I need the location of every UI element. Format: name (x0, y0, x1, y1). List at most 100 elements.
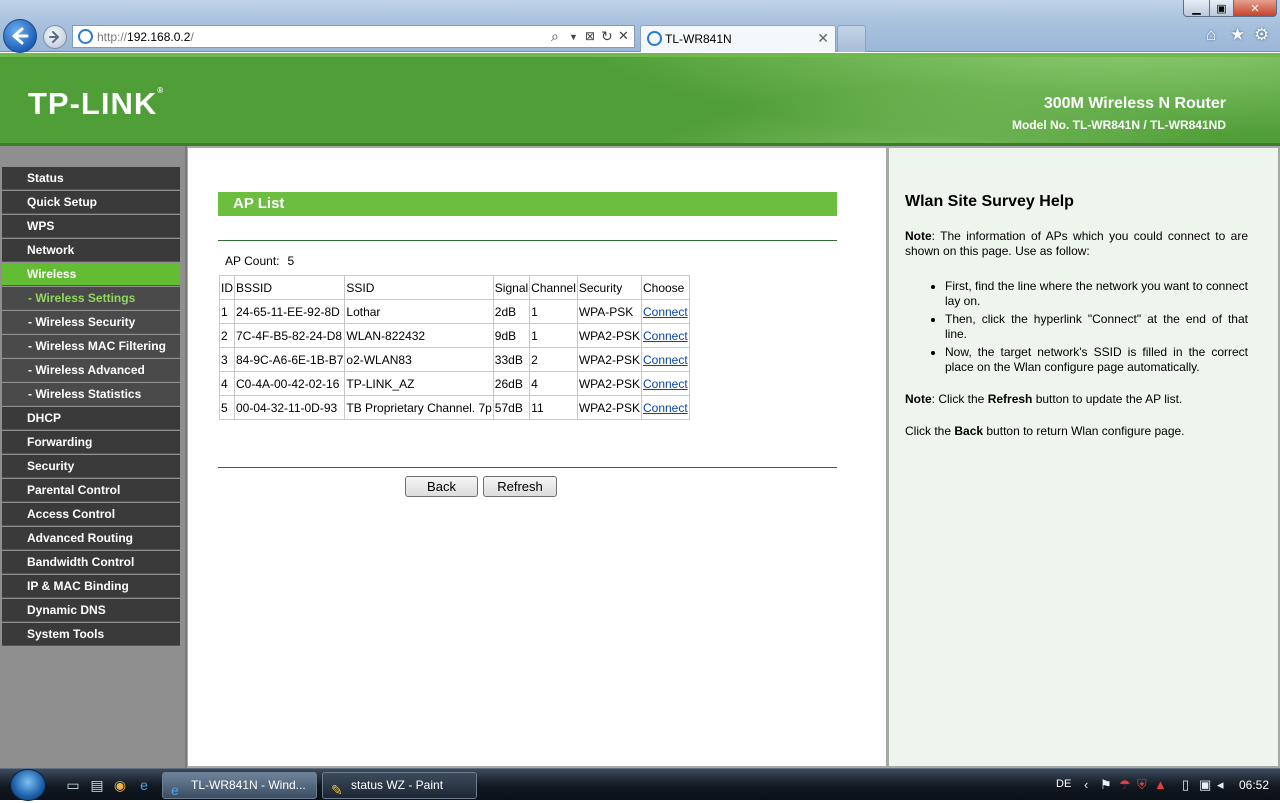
sidebar-item-wireless-mac-filtering[interactable]: - Wireless MAC Filtering (2, 335, 180, 358)
stop-icon[interactable]: ✕ (618, 28, 629, 44)
maximize-button[interactable]: ▣ (1209, 0, 1234, 17)
table-cell: WPA2-PSK (576, 371, 642, 396)
sidebar-item-quick-setup[interactable]: Quick Setup (2, 191, 180, 214)
table-cell: WPA2-PSK (576, 395, 642, 420)
show-desktop-icon[interactable]: ▭ (65, 777, 81, 793)
sidebar-item-access-control[interactable]: Access Control (2, 503, 180, 526)
ie-page-icon (78, 29, 93, 44)
connect-link[interactable]: Connect (643, 353, 688, 367)
compatibility-view-icon[interactable]: ⊠ (585, 29, 595, 43)
browser-toolbar: http://192.168.0.2/ ⌕ ▼ ⊠ ↻ ✕ TL-WR841N … (0, 0, 1280, 53)
browser-forward-button[interactable] (43, 25, 67, 49)
table-body: 1 24-65-11-EE-92-8D Lothar 2dB 1 WPA-PSK Conne… (219, 299, 690, 420)
table-cell: 11 (529, 395, 578, 420)
sidebar-item-status[interactable]: Status (2, 167, 180, 190)
sidebar-item-wps[interactable]: WPS (2, 215, 180, 238)
home-icon[interactable]: ⌂ (1206, 25, 1216, 45)
table-cell: 4 (219, 371, 235, 396)
shield-tray-icon[interactable]: ⛨ (1137, 777, 1147, 793)
minimize-button[interactable]: ▁ (1183, 0, 1210, 17)
table-cell: 9dB (492, 323, 531, 348)
gear-icon[interactable]: ⚙ (1254, 25, 1269, 45)
refresh-icon[interactable]: ↻ (601, 28, 613, 45)
table-cell: Connect (640, 395, 690, 420)
network-tray-icon[interactable]: ⚑ (1100, 777, 1112, 793)
connect-link[interactable]: Connect (643, 401, 688, 415)
sidebar-item-wireless-settings[interactable]: - Wireless Settings (2, 287, 180, 310)
address-url[interactable]: http://192.168.0.2/ (97, 30, 194, 44)
table-cell: 00-04-32-11-0D-93 (233, 395, 346, 420)
table-cell: 5 (219, 395, 235, 420)
table-cell: 33dB (492, 347, 531, 372)
address-bar[interactable]: http://192.168.0.2/ ⌕ ▼ ⊠ ↻ ✕ (72, 25, 635, 48)
table-cell: WPA2-PSK (576, 323, 642, 348)
sidebar-item-ip-mac-binding[interactable]: IP & MAC Binding (2, 575, 180, 598)
help-step: First, find the line where the network y… (945, 279, 1248, 309)
column-header: SSID (344, 275, 494, 300)
language-indicator[interactable]: DE (1056, 778, 1071, 790)
table-cell: 1 (529, 323, 578, 348)
taskbar-paint-window[interactable]: ✎ status WZ - Paint (322, 772, 477, 799)
back-button[interactable]: Back (405, 476, 478, 497)
table-cell: 1 (219, 299, 235, 324)
table-cell: WPA-PSK (576, 299, 642, 324)
refresh-button[interactable]: Refresh (483, 476, 557, 497)
sidebar-item-wireless-advanced[interactable]: - Wireless Advanced (2, 359, 180, 382)
taskbar: ▭ ▤ ◉ e e TL-WR841N - Wind... ✎ status WZ … (0, 768, 1280, 801)
sidebar-item-system-tools[interactable]: System Tools (2, 623, 180, 646)
table-row: 5 00-04-32-11-0D-93 TB Proprietary Channel… (219, 395, 690, 420)
favorites-star-icon[interactable]: ★ (1230, 25, 1245, 45)
sidebar-item-wireless[interactable]: Wireless (2, 263, 180, 286)
close-window-button[interactable]: ✕ (1233, 0, 1277, 17)
sidebar-item-parental-control[interactable]: Parental Control (2, 479, 180, 502)
table-row: 1 24-65-11-EE-92-8D Lothar 2dB 1 WPA-PSK Conne… (219, 299, 690, 324)
table-cell: C0-4A-00-42-02-16 (233, 371, 346, 396)
tab-label: TL-WR841N (665, 32, 732, 46)
sidebar-item-bandwidth-control[interactable]: Bandwidth Control (2, 551, 180, 574)
table-cell: o2-WLAN83 (344, 347, 494, 372)
ie-page-icon (647, 31, 662, 46)
sidebar-item-advanced-routing[interactable]: Advanced Routing (2, 527, 180, 550)
sidebar-item-security[interactable]: Security (2, 455, 180, 478)
start-button[interactable] (10, 769, 46, 801)
tray-expand-icon[interactable]: ‹ (1084, 777, 1088, 792)
table-cell: 57dB (492, 395, 531, 420)
menu-list: Status Quick Setup WPS Network Wireless - Wir… (0, 167, 185, 646)
ie-icon[interactable]: e (136, 777, 152, 793)
connect-link[interactable]: Connect (643, 329, 688, 343)
search-icon[interactable]: ⌕ (551, 28, 559, 45)
sidebar-item-wireless-security[interactable]: - Wireless Security (2, 311, 180, 334)
table-row: 3 84-9C-A6-6E-1B-B7 o2-WLAN83 33dB 2 WPA2-PSK… (219, 347, 690, 372)
chrome-icon[interactable]: ◉ (112, 777, 128, 793)
connect-link[interactable]: Connect (643, 377, 688, 391)
ap-table: ID BSSID SSID Signal Channel Security Choose 1… (219, 275, 690, 420)
main-content: AP List AP Count: 5 ID BSSID SSID Signal Chan… (187, 146, 888, 768)
connect-link[interactable]: Connect (643, 305, 688, 319)
browser-back-button[interactable] (3, 19, 37, 53)
new-tab-button[interactable] (837, 25, 866, 52)
table-cell: 2 (219, 323, 235, 348)
router-header: TP-LINK® 300M Wireless N Router Model No… (0, 53, 1280, 146)
tab-close-icon[interactable]: ✕ (817, 30, 829, 47)
network-status-icon[interactable]: ▣ (1199, 777, 1211, 793)
help-panel: Wlan Site Survey Help Note: The informat… (888, 146, 1280, 768)
power-tray-icon[interactable]: ▯ (1182, 777, 1189, 793)
table-cell: 2dB (492, 299, 531, 324)
app-tray-icon[interactable]: ▲ (1154, 777, 1167, 792)
volume-icon[interactable]: ◂ (1217, 777, 1224, 793)
clock[interactable]: 06:52 (1239, 778, 1269, 792)
help-note-intro: Note: The information of APs which you c… (905, 229, 1248, 258)
taskbar-ie-window[interactable]: e TL-WR841N - Wind... (162, 772, 317, 799)
sidebar-item-dynamic-dns[interactable]: Dynamic DNS (2, 599, 180, 622)
sidebar-item-dhcp[interactable]: DHCP (2, 407, 180, 430)
dropdown-icon[interactable]: ▼ (569, 32, 578, 42)
sidebar-item-network[interactable]: Network (2, 239, 180, 262)
table-header-row: ID BSSID SSID Signal Channel Security Choose (219, 275, 690, 300)
tab-tl-wr841n[interactable]: TL-WR841N ✕ (640, 25, 836, 52)
sidebar-item-forwarding[interactable]: Forwarding (2, 431, 180, 454)
switch-windows-icon[interactable]: ▤ (89, 777, 105, 793)
table-cell: TP-LINK_AZ (344, 371, 494, 396)
column-header: Signal (492, 275, 531, 300)
antivirus-tray-icon[interactable]: ☂ (1119, 777, 1131, 793)
sidebar-item-wireless-statistics[interactable]: - Wireless Statistics (2, 383, 180, 406)
